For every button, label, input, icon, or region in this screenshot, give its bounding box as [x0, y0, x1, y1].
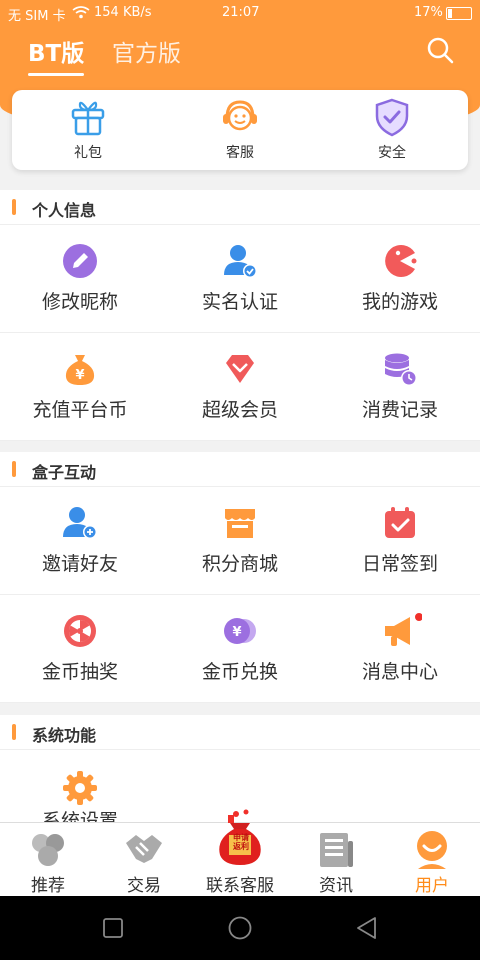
quick-security-label: 安全: [378, 145, 406, 161]
recharge-coin-label: 充值平台币: [32, 399, 128, 421]
daily-checkin-label: 日常签到: [361, 553, 438, 575]
search-icon[interactable]: [424, 34, 456, 66]
section-system: 系统功能: [0, 715, 480, 750]
prize-wheel-icon: [64, 615, 96, 647]
coin-lottery-button[interactable]: 金币抽奖: [0, 595, 160, 702]
newspaper-icon: [320, 833, 353, 867]
quick-gift-label: 礼包: [74, 145, 102, 161]
section-marker: [12, 461, 16, 477]
section-box-interaction: 盒子互动: [0, 452, 480, 487]
box-row-1: 邀请好友 积分商城 日常签到: [0, 487, 480, 595]
carrier-text: 无 SIM 卡: [8, 9, 66, 24]
top-nav: BT版 官方版: [0, 30, 480, 76]
section-marker: [12, 724, 16, 740]
wifi-icon: [72, 6, 90, 19]
gift-icon: [71, 101, 105, 136]
invite-friends-button[interactable]: 邀请好友: [0, 487, 160, 594]
status-bar: 无 SIM 卡 154 KB/s 21:07 17%: [0, 0, 480, 26]
my-games-label: 我的游戏: [361, 291, 438, 313]
handshake-icon: [126, 835, 162, 863]
consumption-record-label: 消费记录: [361, 399, 438, 421]
tab-bt-version[interactable]: BT版: [28, 34, 85, 76]
database-clock-icon: [385, 353, 417, 386]
edit-nickname-label: 修改昵称: [41, 291, 118, 313]
real-name-auth-button[interactable]: 实名认证: [160, 225, 320, 332]
quick-gift-button[interactable]: 礼包: [12, 96, 164, 168]
invite-friends-label: 邀请好友: [41, 553, 118, 575]
diamond-icon: [226, 355, 254, 383]
personal-row-1: 修改昵称 实名认证 我的游戏: [0, 225, 480, 333]
tab-news-label: 资讯: [319, 876, 353, 896]
coin-exchange-button[interactable]: ¥ 金币兑换: [160, 595, 320, 702]
add-user-icon: [63, 507, 97, 539]
tab-trade-label: 交易: [127, 876, 161, 896]
recommend-icon: [32, 834, 64, 866]
section-system-title: 系统功能: [32, 726, 97, 745]
coin-lottery-label: 金币抽奖: [41, 661, 118, 683]
section-marker: [12, 199, 16, 215]
section-personal-info: 个人信息: [0, 190, 480, 225]
bottom-tab-bar: 推荐 交易 申请返利 联系客服 资讯 用户: [0, 809, 480, 897]
shop-icon: [225, 509, 255, 538]
battery-icon: [446, 7, 472, 20]
user-icon: [417, 831, 447, 869]
message-center-button[interactable]: 消息中心: [320, 595, 480, 702]
tab-contact-service[interactable]: 申请返利 联系客服: [192, 809, 288, 897]
real-name-auth-label: 实名认证: [201, 291, 278, 313]
recharge-coin-button[interactable]: ¥ 充值平台币: [0, 333, 160, 440]
pencil-icon: [63, 244, 97, 278]
edit-nickname-button[interactable]: 修改昵称: [0, 225, 160, 332]
home-icon[interactable]: [228, 916, 252, 940]
headset-icon: [223, 100, 257, 131]
calendar-check-icon: [385, 507, 415, 538]
svg-text:¥: ¥: [75, 368, 84, 383]
box-row-2: 金币抽奖 ¥ 金币兑换 消息中心: [0, 595, 480, 703]
system-navigation-bar: [0, 896, 480, 960]
points-mall-button[interactable]: 积分商城: [160, 487, 320, 594]
battery-percent: 17%: [414, 5, 443, 20]
personal-row-2: ¥ 充值平台币 超级会员 消费记录: [0, 333, 480, 441]
rebate-badge-text: 申请返利: [233, 833, 249, 851]
quick-security-button[interactable]: 安全: [316, 96, 468, 168]
points-mall-label: 积分商城: [201, 553, 278, 575]
tab-recommend[interactable]: 推荐: [0, 823, 96, 897]
section-personal-title: 个人信息: [32, 201, 97, 220]
shield-icon: [375, 98, 409, 137]
tab-trade[interactable]: 交易: [96, 823, 192, 897]
tab-user[interactable]: 用户: [384, 823, 480, 897]
super-vip-label: 超级会员: [201, 399, 278, 421]
quick-service-button[interactable]: 客服: [164, 96, 316, 168]
daily-checkin-button[interactable]: 日常签到: [320, 487, 480, 594]
tab-news[interactable]: 资讯: [288, 823, 384, 897]
coin-exchange-icon: ¥: [224, 618, 256, 644]
tab-user-label: 用户: [415, 876, 449, 896]
super-vip-button[interactable]: 超级会员: [160, 333, 320, 440]
network-speed: 154 KB/s: [94, 5, 152, 20]
recent-apps-icon[interactable]: [103, 918, 123, 938]
my-games-button[interactable]: 我的游戏: [320, 225, 480, 332]
tab-contact-service-label: 联系客服: [206, 876, 274, 896]
section-box-title: 盒子互动: [32, 463, 97, 482]
megaphone-icon: [385, 613, 422, 646]
clock: 21:07: [222, 5, 260, 20]
money-bag-icon: ¥: [65, 355, 95, 385]
svg-text:¥: ¥: [232, 625, 241, 640]
back-icon[interactable]: [355, 916, 377, 940]
user-verified-icon: [224, 245, 257, 278]
tab-official-version[interactable]: 官方版: [112, 34, 181, 68]
message-center-label: 消息中心: [361, 661, 438, 683]
consumption-record-button[interactable]: 消费记录: [320, 333, 480, 440]
gear-icon: [63, 771, 97, 805]
quick-actions-card: 礼包 客服 安全: [12, 90, 468, 170]
coin-exchange-label: 金币兑换: [201, 661, 278, 683]
tab-recommend-label: 推荐: [31, 876, 65, 896]
quick-service-label: 客服: [226, 145, 254, 161]
pacman-icon: [385, 245, 417, 277]
